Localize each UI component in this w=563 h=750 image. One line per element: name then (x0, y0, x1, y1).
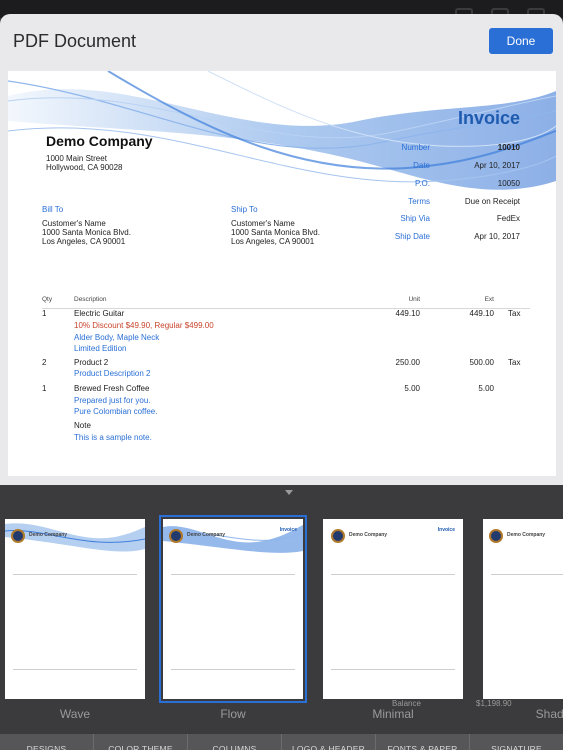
thumb-invoice-heading: Invoice (279, 527, 297, 533)
thumb-logo-icon (11, 529, 25, 543)
item-unit: 250.00 (395, 358, 420, 367)
tab-designs[interactable]: DESIGNS (0, 734, 94, 750)
thumb-line (13, 669, 137, 670)
item-detail: Product Description 2 (74, 369, 151, 378)
options-tab-bar: DESIGNS COLOR THEME COLUMNS LOGO & HEADE… (0, 734, 563, 750)
column-header-ext: Ext (484, 296, 494, 303)
design-drawer: Demo Company Demo Company Invoice Demo C… (0, 485, 563, 750)
item-name: Electric Guitar (74, 309, 125, 318)
pdf-document-sheet: PDF Document Done Demo Company 1000 Main… (0, 14, 563, 750)
wave-thumb-graphic (5, 523, 145, 552)
thumb-line (331, 574, 455, 575)
thumb-line (13, 574, 137, 575)
meta-label: P.O. (415, 179, 430, 188)
meta-value: 10010 (497, 143, 520, 152)
ship-to-label: Ship To (231, 205, 258, 214)
sheet-title: PDF Document (13, 31, 137, 51)
ship-to-line: Customer's Name (231, 219, 295, 228)
tab-logo-header[interactable]: LOGO & HEADER (282, 734, 376, 750)
meta-label: Ship Date (394, 232, 430, 241)
thumb-invoice-heading: Invoice (437, 527, 455, 533)
design-thumb-flow[interactable]: Demo Company Invoice (159, 515, 307, 703)
drawer-handle-icon[interactable] (285, 490, 293, 495)
meta-label: Terms (408, 197, 430, 206)
item-ext: 5.00 (478, 384, 494, 393)
meta-label: Date (413, 161, 430, 170)
bill-to-line: Los Angeles, CA 90001 (42, 237, 126, 246)
item-qty: 1 (42, 384, 47, 393)
note-text: This is a sample note. (74, 433, 152, 442)
item-detail: Limited Edition (74, 344, 127, 353)
item-detail: Alder Body, Maple Neck (74, 333, 160, 342)
bill-to-label: Bill To (42, 205, 64, 214)
flow-thumb-graphic (163, 525, 303, 553)
thumb-company: Demo Company (29, 532, 68, 538)
thumb-line (171, 669, 295, 670)
design-label-wave: Wave (59, 707, 91, 721)
bill-to-line: Customer's Name (42, 219, 106, 228)
thumb-company: Demo Company (507, 532, 546, 538)
thumb-logo-icon (169, 529, 183, 543)
item-name: Product 2 (74, 358, 109, 367)
design-thumbnails: Demo Company Demo Company Invoice Demo C… (0, 515, 563, 705)
design-label-minimal: Minimal (372, 707, 414, 721)
ship-to-line: 1000 Santa Monica Blvd. (231, 228, 320, 237)
meta-value: FedEx (496, 214, 520, 223)
item-unit: 5.00 (404, 384, 420, 393)
done-button[interactable]: Done (489, 28, 553, 54)
thumb-logo-icon (331, 529, 345, 543)
item-ext: 449.10 (469, 309, 494, 318)
bill-to-line: 1000 Santa Monica Blvd. (42, 228, 131, 237)
ship-to-line: Los Angeles, CA 90001 (231, 237, 315, 246)
tab-fonts-paper[interactable]: FONTS & PAPER (376, 734, 470, 750)
invoice-preview: Demo Company 1000 Main Street Hollywood,… (8, 71, 556, 476)
thumb-line (171, 574, 295, 575)
item-tax: Tax (508, 358, 521, 367)
company-address-line: Hollywood, CA 90028 (46, 163, 123, 172)
meta-value: Apr 10, 2017 (474, 161, 520, 170)
column-header-description: Description (74, 296, 107, 303)
thumb-line (331, 669, 455, 670)
tab-columns[interactable]: COLUMNS (188, 734, 282, 750)
meta-label: Ship Via (400, 214, 430, 223)
company-address-line: 1000 Main Street (46, 154, 107, 163)
meta-value: Apr 10, 2017 (474, 232, 520, 241)
item-detail: Pure Colombian coffee. (74, 407, 158, 416)
design-thumb-minimal[interactable]: Demo Company Invoice (323, 519, 463, 699)
design-thumb-shadow[interactable]: Demo Company (483, 519, 563, 699)
item-qty: 2 (42, 358, 47, 367)
thumb-company: Demo Company (349, 532, 388, 538)
item-ext: 500.00 (469, 358, 494, 367)
item-discount: 10% Discount $49.90, Regular $499.00 (74, 321, 214, 330)
item-detail: Prepared just for you. (74, 396, 151, 405)
column-header-unit: Unit (408, 296, 420, 303)
item-tax: Tax (508, 309, 521, 318)
invoice-heading: Invoice (457, 108, 520, 128)
thumb-line (491, 574, 563, 575)
meta-label: Number (401, 143, 430, 152)
company-name: Demo Company (46, 133, 153, 149)
design-label-flow: Flow (220, 707, 246, 721)
column-header-qty: Qty (42, 296, 53, 303)
thumb-company: Demo Company (187, 532, 226, 538)
meta-value: 10050 (497, 179, 520, 188)
design-label-shadow: Shado (535, 707, 563, 721)
sheet-header: PDF Document Done (0, 14, 563, 68)
meta-value: Due on Receipt (464, 197, 520, 206)
design-thumb-wave[interactable]: Demo Company (5, 519, 145, 699)
note-label: Note (74, 421, 91, 430)
item-name: Brewed Fresh Coffee (74, 384, 150, 393)
thumb-logo-icon (489, 529, 503, 543)
item-unit: 449.10 (395, 309, 420, 318)
tab-color-theme[interactable]: COLOR THEME (94, 734, 188, 750)
tab-signature[interactable]: SIGNATURE (470, 734, 563, 750)
item-qty: 1 (42, 309, 47, 318)
